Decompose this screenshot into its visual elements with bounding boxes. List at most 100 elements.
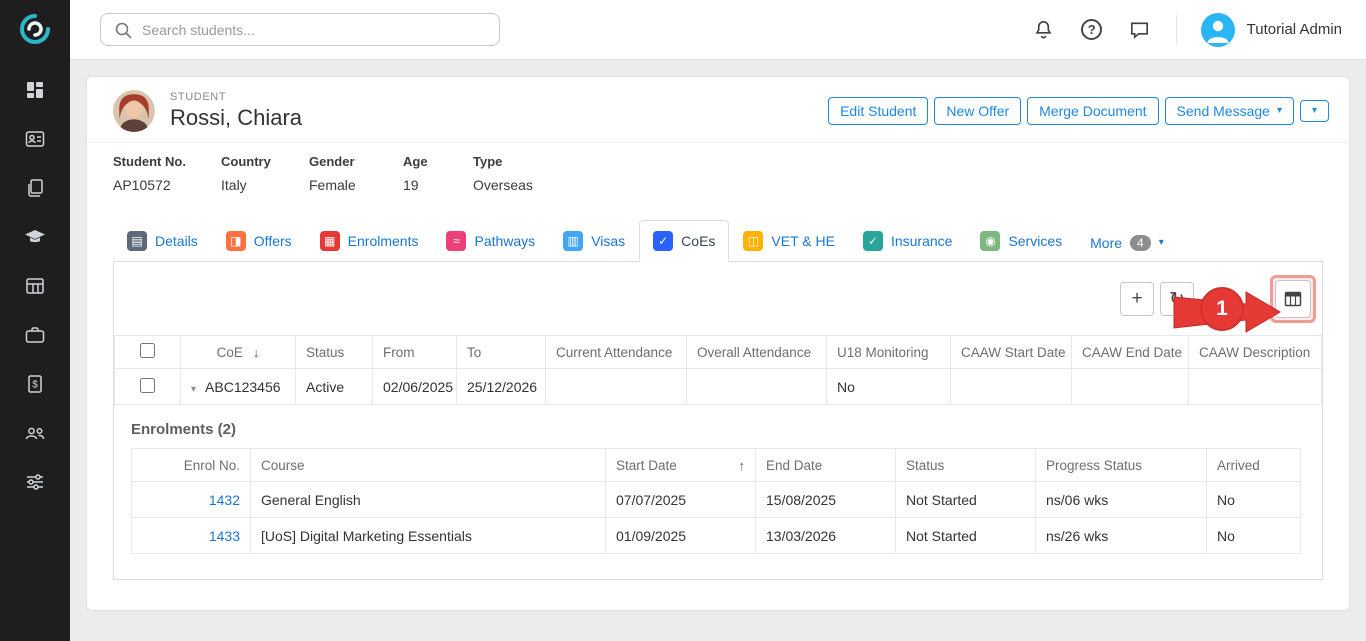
coes-header-row: CoE↓ Status From To Current Attendance O… [115, 336, 1322, 369]
more-count-badge: 4 [1130, 235, 1151, 251]
tab-label: Services [1008, 233, 1062, 249]
services-icon: ◉ [980, 231, 1000, 251]
enrolments-header-row: Enrol No. Course Start Date↑ End Date St… [132, 449, 1301, 482]
tab-label: Enrolments [348, 233, 419, 249]
add-coe-button[interactable]: + [1120, 282, 1154, 316]
tab-details[interactable]: ▤ Details [113, 220, 212, 262]
tab-offers[interactable]: ◨ Offers [212, 220, 306, 262]
coe-current-attendance [546, 369, 687, 405]
status: Not Started [896, 482, 1036, 518]
chevron-down-icon: ▾ [1159, 238, 1164, 248]
col-end-date: End Date [756, 449, 896, 482]
col-start-date[interactable]: Start Date↑ [606, 449, 756, 482]
start-date: 01/09/2025 [606, 518, 756, 554]
tab-label: Offers [254, 233, 292, 249]
col-caaw-start: CAAW Start Date [951, 336, 1072, 369]
dashboard-icon[interactable] [24, 79, 46, 101]
coe-number: ABC123456 [205, 379, 281, 395]
edit-student-button[interactable]: Edit Student [828, 97, 928, 125]
user-name: Tutorial Admin [1247, 21, 1342, 38]
app-logo[interactable] [0, 0, 70, 58]
student-photo [113, 90, 155, 132]
table-row: ▾ABC123456 Active 02/06/2025 25/12/2026 … [115, 369, 1322, 405]
briefcase-icon[interactable] [24, 324, 46, 346]
enrolments-icon: ▦ [320, 231, 340, 251]
course-name: General English [251, 482, 606, 518]
coes-panel: + ↻ CoE↓ Status From To Current Attendan [113, 261, 1323, 580]
coe-caaw-end [1072, 369, 1189, 405]
offers-icon: ◨ [226, 231, 246, 251]
sidebar: $ [0, 0, 70, 641]
select-all-checkbox[interactable] [140, 343, 155, 358]
col-coe[interactable]: CoE↓ [181, 336, 296, 369]
enrolments-section: Enrolments (2) Enrol No. Course Start Da… [114, 405, 1322, 574]
col-overall-attendance: Overall Attendance [687, 336, 827, 369]
chevron-down-icon: ▾ [1277, 106, 1282, 116]
student-header: STUDENT Rossi, Chiara Edit Student New O… [87, 77, 1349, 142]
coe-status: Active [296, 369, 373, 405]
tab-enrolments[interactable]: ▦ Enrolments [306, 220, 433, 262]
student-card-icon[interactable] [24, 128, 46, 150]
col-progress-status: Progress Status [1036, 449, 1207, 482]
insurance-icon: ✓ [863, 231, 883, 251]
enrol-link[interactable]: 1433 [209, 528, 240, 544]
coe-caaw-start [951, 369, 1072, 405]
student-search[interactable] [100, 13, 500, 46]
sidebar-nav: $ [24, 58, 46, 493]
info-gender: Gender Female [309, 154, 403, 193]
topbar: ? Tutorial Admin [70, 0, 1366, 60]
coe-u18-monitoring: No [827, 369, 951, 405]
notifications-bell-icon[interactable] [1032, 18, 1056, 42]
invoice-icon[interactable]: $ [24, 373, 46, 395]
send-message-button[interactable]: Send Message▾ [1165, 97, 1294, 125]
tab-label: VET & HE [771, 233, 835, 249]
more-actions-dropdown-button[interactable]: ▾ [1300, 100, 1329, 122]
row-checkbox[interactable] [140, 378, 155, 393]
tab-pathways[interactable]: ≈ Pathways [432, 220, 549, 262]
table-row: 1433 [UoS] Digital Marketing Essentials … [132, 518, 1301, 554]
col-caaw-description: CAAW Description [1189, 336, 1322, 369]
sort-desc-icon: ↓ [253, 345, 260, 360]
col-to: To [457, 336, 546, 369]
tab-more[interactable]: More 4 ▾ [1076, 224, 1178, 262]
tab-services[interactable]: ◉ Services [966, 220, 1076, 262]
help-icon[interactable]: ? [1080, 18, 1104, 42]
chevron-down-icon: ▾ [1312, 106, 1317, 116]
user-menu[interactable]: Tutorial Admin [1201, 13, 1342, 47]
info-student-no: Student No. AP10572 [113, 154, 221, 193]
table-grid-icon [1283, 289, 1303, 309]
start-date: 07/07/2025 [606, 482, 756, 518]
tab-coes[interactable]: ✓ CoEs [639, 220, 729, 262]
user-avatar [1201, 13, 1235, 47]
people-icon[interactable] [24, 422, 46, 444]
student-page-card: STUDENT Rossi, Chiara Edit Student New O… [86, 76, 1350, 611]
col-status: Status [296, 336, 373, 369]
search-icon [113, 20, 133, 40]
merge-document-button[interactable]: Merge Document [1027, 97, 1158, 125]
courses-graduation-icon[interactable] [24, 226, 46, 248]
details-icon: ▤ [127, 231, 147, 251]
student-info-row: Student No. AP10572 Country Italy Gender… [87, 142, 1349, 208]
coes-icon: ✓ [653, 231, 673, 251]
pages-icon[interactable] [24, 177, 46, 199]
search-input[interactable] [142, 22, 487, 38]
enrol-link[interactable]: 1432 [209, 492, 240, 508]
chat-feedback-icon[interactable] [1128, 18, 1152, 42]
page-title: Rossi, Chiara [170, 105, 302, 131]
tab-label: Visas [591, 233, 625, 249]
tab-visas[interactable]: ▥ Visas [549, 220, 639, 262]
pathways-icon: ≈ [446, 231, 466, 251]
question-mark: ? [1081, 19, 1102, 40]
filters-sliders-icon[interactable] [24, 471, 46, 493]
table-icon[interactable] [24, 275, 46, 297]
col-status: Status [896, 449, 1036, 482]
new-offer-button[interactable]: New Offer [934, 97, 1021, 125]
tab-vet-he[interactable]: ◫ VET & HE [729, 220, 849, 262]
info-age: Age 19 [403, 154, 473, 193]
coe-from: 02/06/2025 [373, 369, 457, 405]
row-expand-icon[interactable]: ▾ [191, 384, 196, 395]
col-from: From [373, 336, 457, 369]
tab-insurance[interactable]: ✓ Insurance [849, 220, 966, 262]
col-enrol-no: Enrol No. [132, 449, 251, 482]
logo-icon [17, 11, 53, 47]
